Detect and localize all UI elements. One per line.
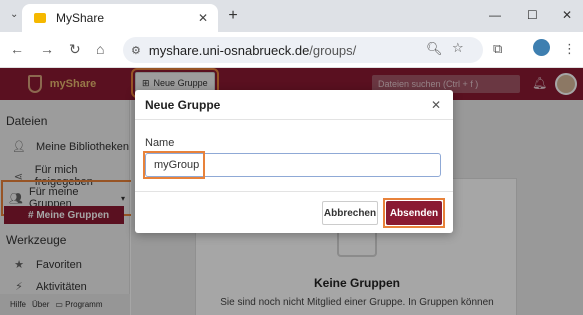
browser-tab[interactable]: MyShare ✕ xyxy=(22,4,218,32)
dialog-divider xyxy=(135,119,453,120)
favicon-icon xyxy=(34,13,46,23)
bookmark-star-icon[interactable]: ☆ xyxy=(452,40,464,56)
browser-tabstrip: ⌄ MyShare ✕ + — ☐ ✕ xyxy=(0,0,583,32)
close-icon[interactable]: ✕ xyxy=(431,98,441,112)
minimize-icon[interactable]: — xyxy=(489,8,501,22)
tab-search-icon[interactable]: ⌄ xyxy=(10,9,18,20)
reload-icon[interactable]: ↻ xyxy=(69,41,81,58)
group-name-input[interactable] xyxy=(145,153,441,177)
site-info-icon[interactable]: ⚙ xyxy=(131,44,141,57)
zoom-icon[interactable]: 🔍︎ xyxy=(426,41,443,57)
new-tab-button[interactable]: + xyxy=(224,7,242,25)
name-label: Name xyxy=(145,137,175,149)
dialog-divider xyxy=(135,191,453,192)
url-text: myshare.uni-osnabrueck.de/groups/ xyxy=(148,42,357,58)
menu-icon[interactable]: ⋮ xyxy=(563,41,576,57)
new-group-dialog: Neue Gruppe ✕ Name Abbrechen Absenden xyxy=(135,90,453,233)
cancel-button[interactable]: Abbrechen xyxy=(322,201,378,225)
submit-button[interactable]: Absenden xyxy=(386,201,442,225)
browser-toolbar: ← → ↻ ⌂ ⚙ myshare.uni-osnabrueck.de/grou… xyxy=(0,32,583,68)
close-tab-icon[interactable]: ✕ xyxy=(198,11,208,25)
forward-icon[interactable]: → xyxy=(40,41,54,57)
profile-avatar[interactable] xyxy=(533,39,550,56)
home-icon[interactable]: ⌂ xyxy=(96,41,104,57)
back-icon[interactable]: ← xyxy=(10,41,24,57)
tab-title: MyShare xyxy=(56,11,105,25)
dialog-title: Neue Gruppe xyxy=(145,98,221,112)
close-window-icon[interactable]: ✕ xyxy=(562,8,572,22)
extensions-icon[interactable]: ⧉ xyxy=(493,41,502,57)
maximize-icon[interactable]: ☐ xyxy=(527,8,538,22)
